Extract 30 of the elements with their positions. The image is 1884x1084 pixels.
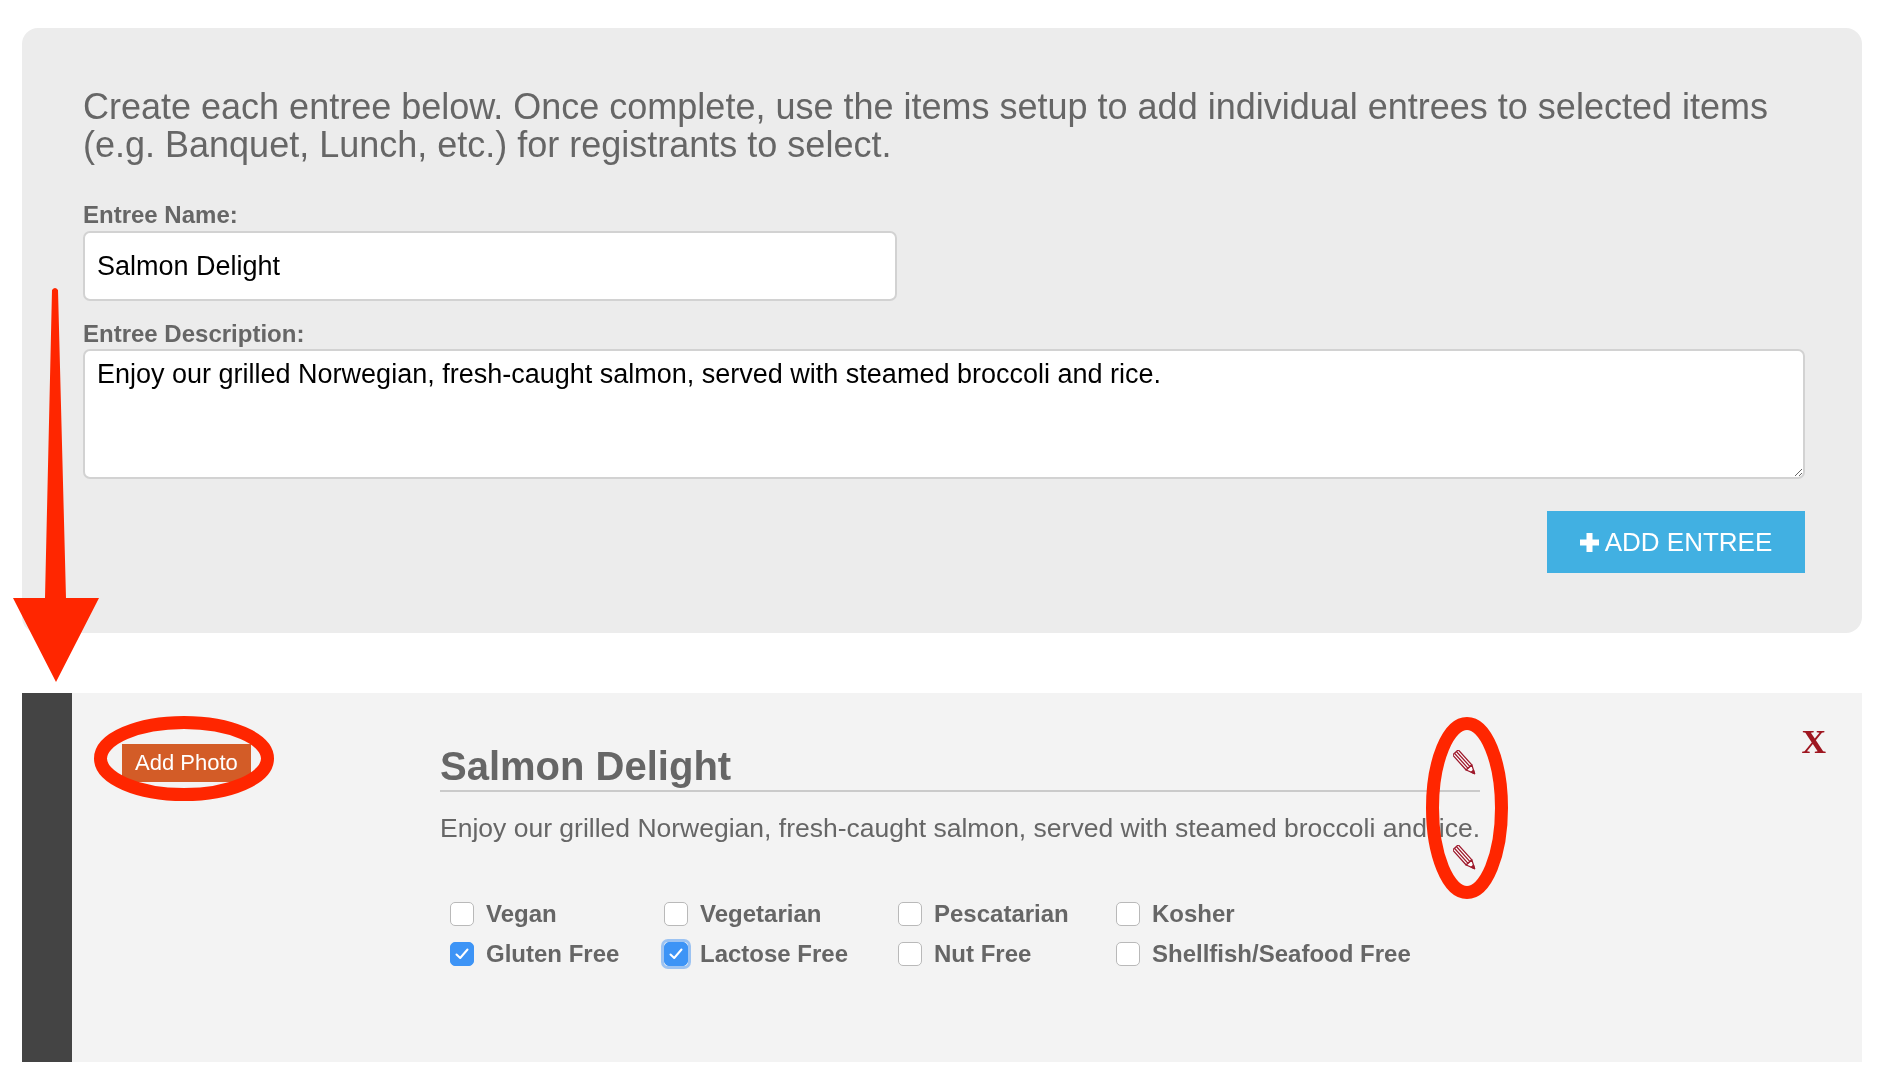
entree-description: Enjoy our grilled Norwegian, fresh-caught salmon, served with steamed broccoli and bbox=[440, 812, 1427, 844]
option-label: Vegan bbox=[486, 899, 557, 929]
intro-text: Create each entree below. Once complete, use the items setup to add individual entrees to selected items (e.g. Banquet, Lunch, etc.) for registrants to select. bbox=[83, 88, 1769, 164]
pencil-icon[interactable] bbox=[1453, 845, 1477, 871]
option-label: Kosher bbox=[1152, 899, 1235, 929]
add-photo-button[interactable]: Add Photo bbox=[122, 744, 251, 782]
checkbox[interactable] bbox=[450, 902, 474, 926]
option-label: Nut Free bbox=[934, 939, 1032, 969]
close-button[interactable]: X bbox=[1801, 727, 1826, 757]
field-label: Entree Description: bbox=[83, 320, 306, 348]
checkbox[interactable] bbox=[450, 942, 474, 966]
entree-title: Salmon Delight bbox=[440, 743, 732, 790]
checkbox[interactable] bbox=[1116, 902, 1140, 926]
entree-description-field[interactable]: Enjoy our grilled Norwegian, fresh-caught salmon, served with steamed broccoli and rice. bbox=[83, 349, 1805, 479]
option-label: Gluten Free bbox=[486, 939, 620, 969]
option-label: Vegetarian bbox=[700, 899, 822, 929]
checkbox[interactable] bbox=[664, 902, 688, 926]
checkbox[interactable] bbox=[1116, 942, 1140, 966]
plus-icon bbox=[1579, 532, 1599, 552]
option-label: Lactose Free bbox=[700, 939, 849, 969]
option-label: Shellfish/Seafood Free bbox=[1152, 939, 1411, 969]
entree-name-field[interactable]: Salmon Delight bbox=[83, 231, 897, 301]
option-label: Pescatarian bbox=[934, 899, 1069, 929]
field-label: Entree Name: bbox=[83, 201, 239, 229]
checkmark-icon bbox=[669, 948, 683, 960]
checkbox[interactable] bbox=[898, 942, 922, 966]
pencil-icon[interactable] bbox=[1453, 750, 1477, 776]
checkbox[interactable] bbox=[898, 902, 922, 926]
checkmark-icon bbox=[455, 948, 469, 960]
description-fragment: ice. bbox=[1438, 812, 1480, 844]
